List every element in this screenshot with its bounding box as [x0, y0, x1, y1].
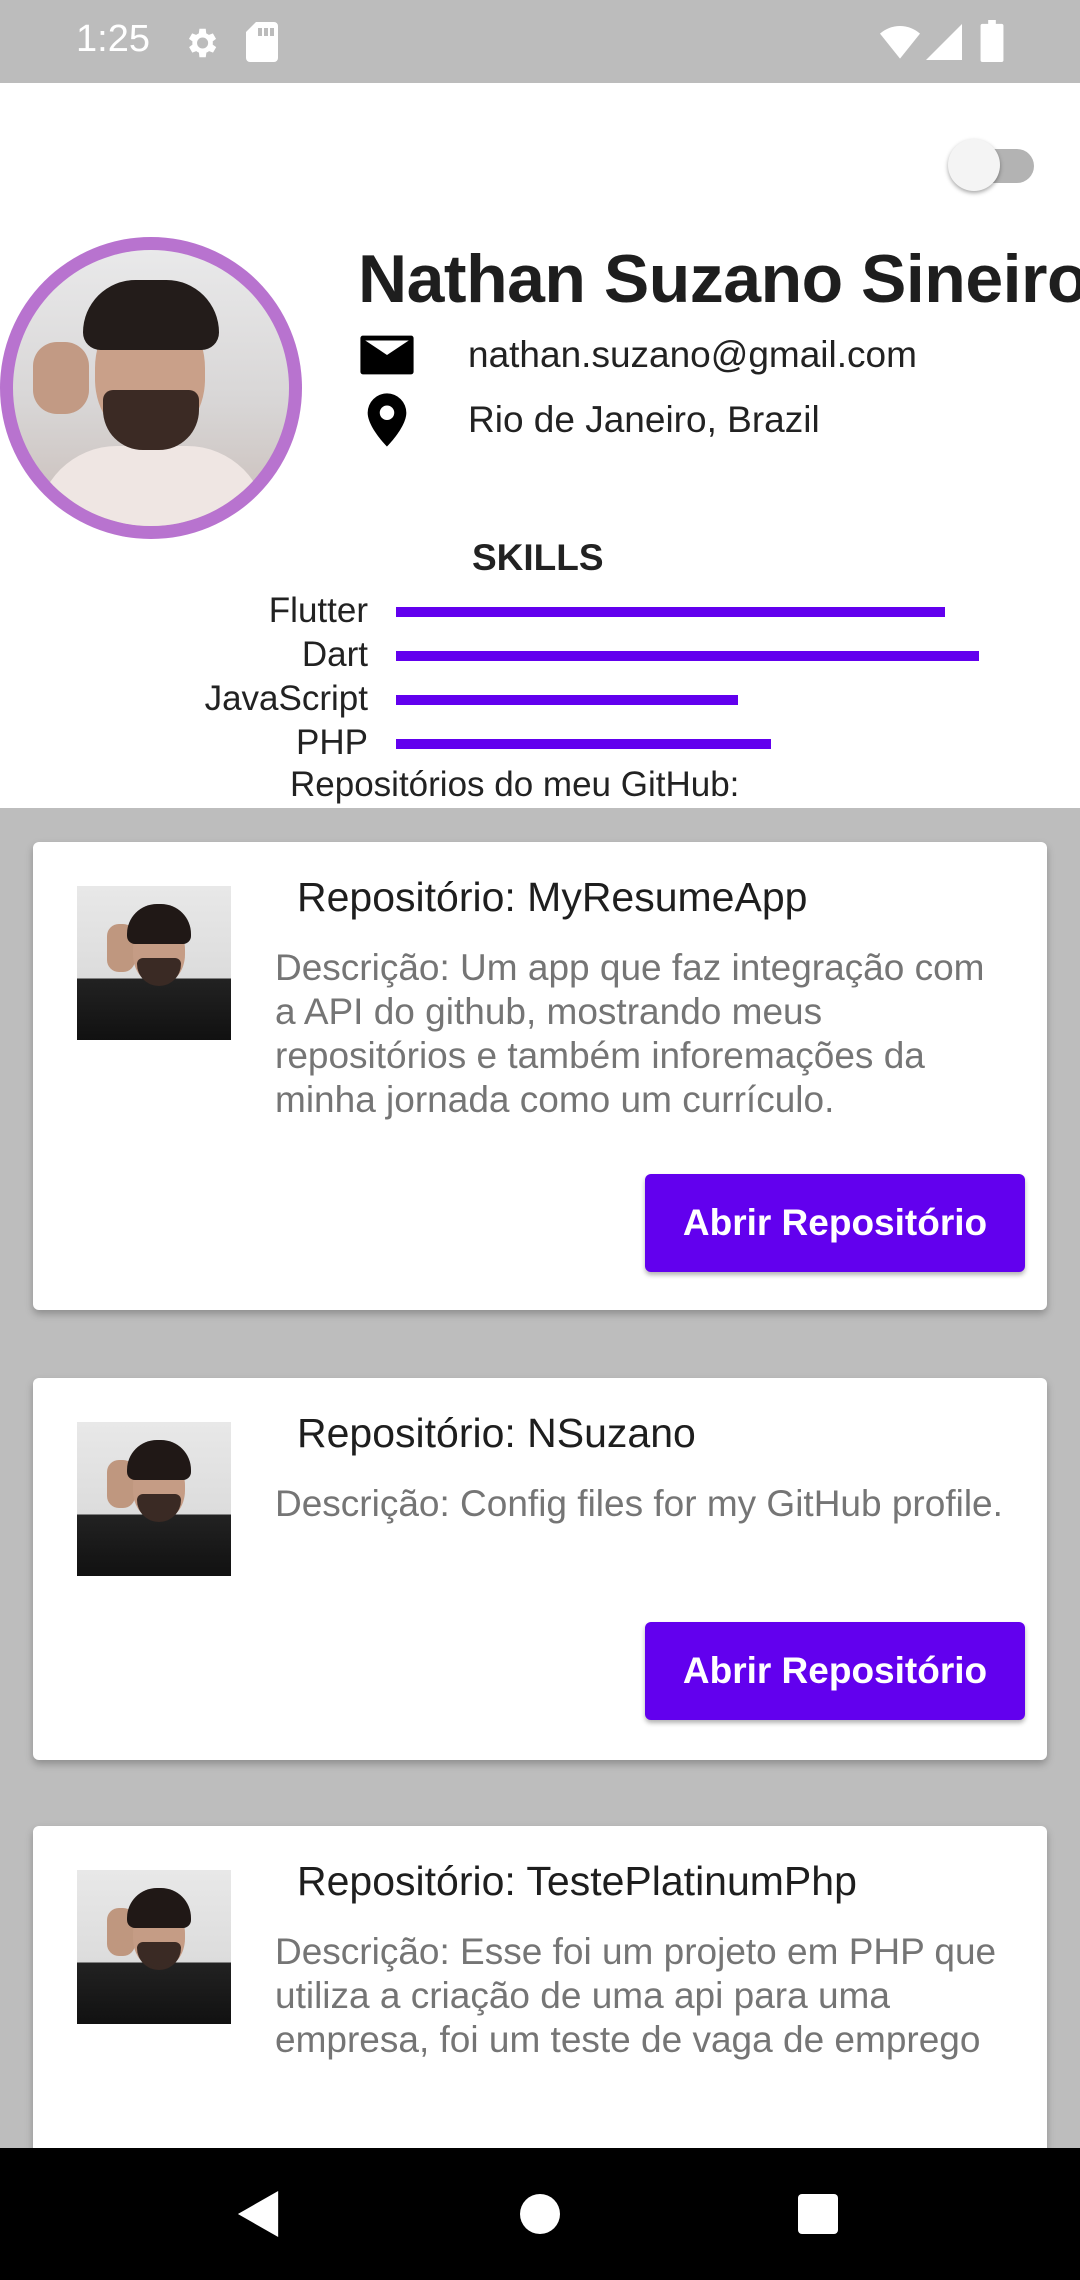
open-repo-button[interactable]: Abrir Repositório [645, 1622, 1025, 1720]
status-bar: 1:25 [0, 0, 1080, 83]
screen: 1:25 Nathan Suzano Sineiro nathan.suzano… [0, 0, 1080, 2280]
repo-description: Descrição: Um app que faz integração com… [275, 947, 985, 1120]
repo-card: Repositório: MyResumeApp Descrição: Um a… [33, 842, 1047, 1310]
avatar-photo [13, 250, 289, 526]
recent-apps-icon[interactable] [798, 2194, 838, 2234]
repo-description: Descrição: Esse foi um projeto em PHP qu… [275, 1931, 997, 2060]
toggle-thumb [948, 139, 1000, 191]
gear-icon [188, 28, 217, 58]
profile-header: Nathan Suzano Sineiro nathan.suzano@gmai… [0, 83, 1080, 808]
status-time: 1:25 [76, 18, 150, 60]
skill-bar [396, 695, 738, 705]
home-icon[interactable] [520, 2194, 560, 2234]
signal-icon [926, 24, 962, 60]
skill-row: Dart [0, 635, 1080, 679]
repo-owner-avatar [77, 1870, 231, 2024]
skill-label: Flutter [268, 591, 368, 630]
skill-row: PHP [0, 723, 1080, 767]
avatar [0, 237, 302, 539]
skill-bar [396, 607, 945, 617]
email-text[interactable]: nathan.suzano@gmail.com [468, 334, 917, 376]
battery-icon [980, 20, 1004, 62]
theme-toggle[interactable] [948, 131, 1044, 191]
location-pin-icon [367, 393, 407, 447]
navigation-bar [0, 2148, 1080, 2280]
skills-title: SKILLS [472, 537, 604, 578]
skill-bar [396, 651, 979, 661]
wifi-icon [880, 26, 920, 59]
skill-row: Flutter [0, 591, 1080, 635]
skill-label: PHP [296, 723, 368, 762]
repos-heading: Repositórios do meu GitHub: [290, 765, 740, 804]
skill-label: Dart [301, 635, 368, 674]
repo-card: Repositório: TestePlatinumPhp Descrição:… [33, 1826, 1047, 2166]
repo-owner-avatar [77, 1422, 231, 1576]
repo-card: Repositório: NSuzano Descrição: Config f… [33, 1378, 1047, 1760]
back-icon[interactable] [236, 2188, 282, 2240]
sd-card-icon [246, 22, 278, 62]
skill-label: JavaScript [204, 679, 368, 718]
repo-title: Repositório: TestePlatinumPhp [297, 1858, 857, 1904]
mail-icon [360, 335, 414, 375]
open-repo-button[interactable]: Abrir Repositório [645, 1174, 1025, 1272]
skill-bar [396, 739, 771, 749]
repo-owner-avatar [77, 886, 231, 1040]
repo-title: Repositório: NSuzano [297, 1410, 696, 1456]
location-text: Rio de Janeiro, Brazil [468, 399, 820, 440]
repo-title: Repositório: MyResumeApp [297, 874, 808, 920]
profile-name: Nathan Suzano Sineiro [358, 241, 1080, 317]
skill-row: JavaScript [0, 679, 1080, 723]
repo-description: Descrição: Config files for my GitHub pr… [275, 1483, 1003, 1524]
